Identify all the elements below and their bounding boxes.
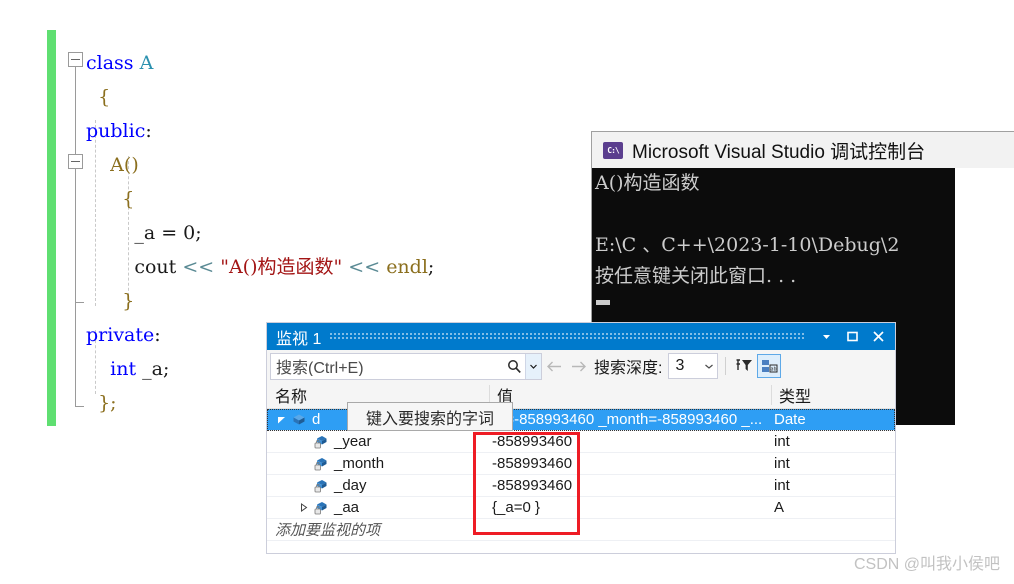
object-icon <box>289 413 308 426</box>
code-token: } <box>122 290 135 312</box>
code-token: private <box>86 324 155 346</box>
watch-row-value-cell[interactable]: {_a=0 } <box>489 499 771 516</box>
field-private-icon <box>311 435 330 449</box>
code-token: "A()构造函数" <box>220 256 343 278</box>
watch-title-bar[interactable]: 监视 1 <box>267 323 895 350</box>
code-token: { <box>122 188 135 210</box>
console-app-icon: C:\ <box>603 141 623 159</box>
search-tooltip: 键入要搜索的字词 <box>347 402 513 431</box>
watch-row[interactable]: _year -858993460 int <box>267 431 895 453</box>
watch-row-name-cell[interactable]: _year <box>267 433 489 450</box>
window-maximize-button[interactable] <box>839 323 865 350</box>
title-drag-grip[interactable] <box>329 332 805 341</box>
window-dropdown-button[interactable] <box>813 323 839 350</box>
code-token: public <box>86 120 146 142</box>
watch-row-value-cell[interactable]: -858993460 <box>489 455 771 472</box>
watch-row-name-cell[interactable]: _month <box>267 455 489 472</box>
code-token: : <box>154 324 161 346</box>
watch-row-name-text: _aa <box>334 499 360 516</box>
search-box[interactable] <box>270 352 542 380</box>
code-token: _a; <box>136 358 170 380</box>
watch-row-type-cell: Date <box>774 411 806 428</box>
watch-title-text: 监视 1 <box>276 330 322 348</box>
search-input[interactable] <box>271 356 503 376</box>
window-close-button[interactable] <box>865 323 891 350</box>
code-line: { <box>86 80 434 114</box>
watch-row-value-cell[interactable]: -858993460 <box>489 477 771 494</box>
svg-text:ab: ab <box>770 366 776 372</box>
watch-toolbar[interactable]: 搜索深度: 3 ab <box>267 350 895 382</box>
console-title-text: Microsoft Visual Studio 调试控制台 <box>632 141 926 163</box>
toolbar-separator <box>725 357 727 375</box>
console-title-bar[interactable]: C:\ Microsoft Visual Studio 调试控制台 <box>591 131 1014 168</box>
watch-row[interactable]: _aa {_a=0 } A <box>267 497 895 519</box>
search-depth-label: 搜索深度: <box>594 360 663 377</box>
code-line: { <box>86 182 434 216</box>
arrow-right-icon[interactable] <box>566 360 590 373</box>
watch-row-name-cell[interactable]: _aa <box>267 499 489 516</box>
code-token: cout <box>134 256 183 278</box>
field-private-icon <box>311 479 330 493</box>
watch-row-value-cell[interactable]: ar=-858993460 _month=-858993460 _... <box>489 411 771 428</box>
arrow-left-icon[interactable] <box>542 360 566 373</box>
field-private-icon <box>311 457 330 471</box>
watch-row-name-cell[interactable]: _day <box>267 477 489 494</box>
watch-row-type-cell: int <box>774 477 790 494</box>
column-header-value[interactable]: 值 <box>489 383 771 407</box>
watch-row[interactable]: _month -858993460 int <box>267 453 895 475</box>
watch-row-name-text: _month <box>334 455 385 472</box>
search-options-dropdown[interactable] <box>525 353 541 379</box>
code-token: }; <box>98 392 117 414</box>
watch-row-type-cell: int <box>774 433 790 450</box>
code-token: ; <box>427 256 435 278</box>
console-line: E:\C 、C++\2023-1-10\Debug\2 <box>595 234 900 256</box>
code-line: } <box>86 284 434 318</box>
code-line: _a = 0; <box>86 216 434 250</box>
expander-collapsed-icon[interactable] <box>295 503 311 512</box>
hex-display-icon[interactable]: ab <box>757 354 782 378</box>
code-line: cout << "A()构造函数" << endl; <box>86 250 434 284</box>
code-token: << <box>182 256 215 278</box>
pin-filter-icon[interactable] <box>733 354 757 378</box>
watch-row-type-cell: A <box>774 499 785 516</box>
watermark: CSDN @叫我小侯吧 <box>853 556 1000 573</box>
code-line: A() <box>86 148 434 182</box>
code-token: A <box>110 154 124 176</box>
search-icon[interactable] <box>503 359 525 374</box>
code-token: A <box>139 52 154 74</box>
code-line: public: <box>86 114 434 148</box>
code-token: _a = 0; <box>134 222 202 244</box>
code-token: { <box>98 86 111 108</box>
watch-window[interactable]: 监视 1 搜索深度: 3 <box>266 322 896 554</box>
code-line: class A <box>86 46 434 80</box>
console-cursor <box>596 300 610 305</box>
field-private-icon <box>311 501 330 515</box>
code-token: endl <box>386 256 428 278</box>
code-token: : <box>145 120 152 142</box>
watch-row-name-text: d <box>312 411 321 428</box>
watch-row-value-cell[interactable]: -858993460 <box>489 433 771 450</box>
console-line: A()构造函数 <box>595 172 700 194</box>
code-token: << <box>348 256 381 278</box>
search-depth-value: 3 <box>675 357 685 374</box>
chevron-down-icon[interactable] <box>701 364 717 369</box>
change-indicator-bar <box>47 30 56 426</box>
watch-row-name-text: _day <box>334 477 367 494</box>
search-depth-select[interactable]: 3 <box>668 353 719 379</box>
column-divider[interactable] <box>771 385 772 405</box>
code-token: () <box>123 154 139 176</box>
watch-row-type-cell: int <box>774 455 790 472</box>
watch-row[interactable]: _day -858993460 int <box>267 475 895 497</box>
column-header-type[interactable]: 类型 <box>771 383 895 407</box>
console-line: 按任意键关闭此窗口. . . <box>595 265 797 287</box>
watch-row-name-text: _year <box>334 433 372 450</box>
console-icon-text: C:\ <box>607 145 619 155</box>
code-token: int <box>110 358 137 380</box>
add-watch-item-row[interactable]: 添加要监视的项 <box>267 519 895 541</box>
expander-expanded-icon[interactable] <box>273 415 289 424</box>
code-token: class <box>86 52 134 74</box>
